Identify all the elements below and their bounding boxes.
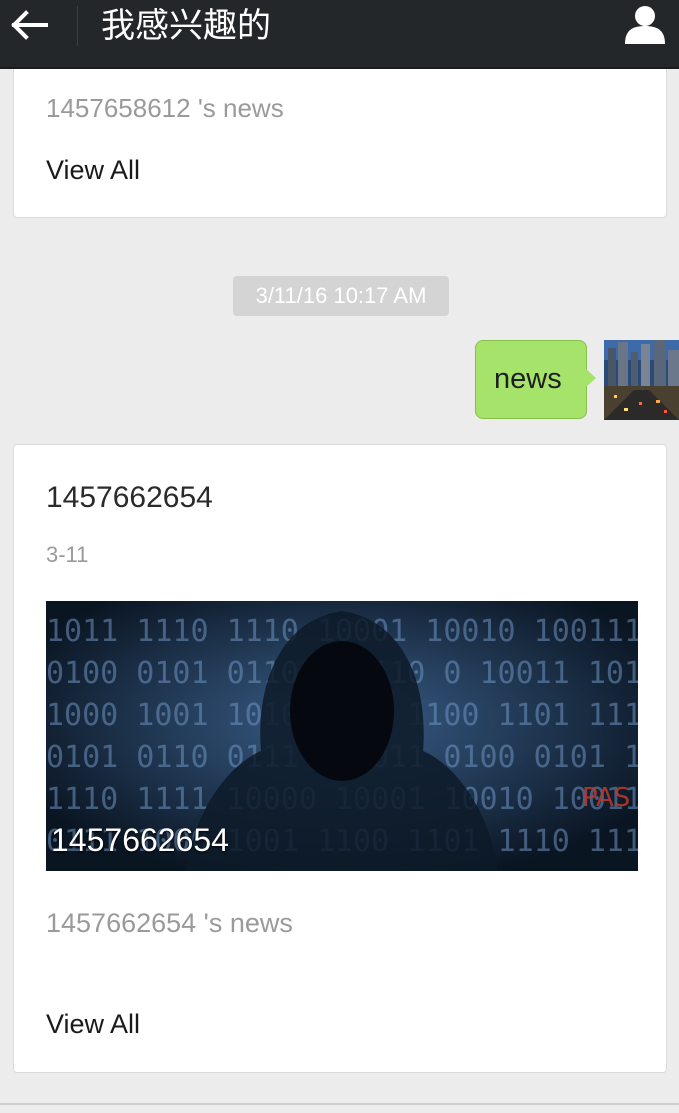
bottom-divider (0, 1103, 679, 1105)
news-title: 1457662654 (46, 481, 213, 514)
news-card[interactable]: 1457662654 3-11 1011 1110 1110 10001 100… (13, 444, 667, 1073)
sent-message-bubble[interactable]: news (475, 340, 587, 419)
header-divider (77, 6, 78, 46)
page-title: 我感兴趣的 (101, 6, 271, 46)
news-date: 3-11 (46, 542, 89, 567)
bubble-tail (586, 369, 596, 387)
view-all-link[interactable]: View All (46, 1009, 140, 1040)
user-profile-icon (625, 6, 665, 44)
image-caption: 1457662654 (51, 822, 229, 858)
avatar[interactable] (604, 340, 679, 420)
svg-text:PAS: PAS (582, 783, 630, 813)
back-button[interactable] (8, 6, 56, 54)
top-bar: 我感兴趣的 (0, 0, 679, 69)
profile-button[interactable] (623, 2, 667, 46)
view-all-link[interactable]: View All (46, 155, 140, 186)
news-description: 1457662654 's news (46, 908, 293, 938)
city-avatar-image (604, 340, 679, 420)
chat-timestamp: 3/11/16 10:17 AM (233, 276, 449, 316)
news-image[interactable]: 1011 1110 1110 10001 10010 1001111 10 01… (46, 601, 638, 871)
arrow-left-icon (11, 10, 48, 40)
news-description: 1457658612 's news (46, 93, 284, 123)
